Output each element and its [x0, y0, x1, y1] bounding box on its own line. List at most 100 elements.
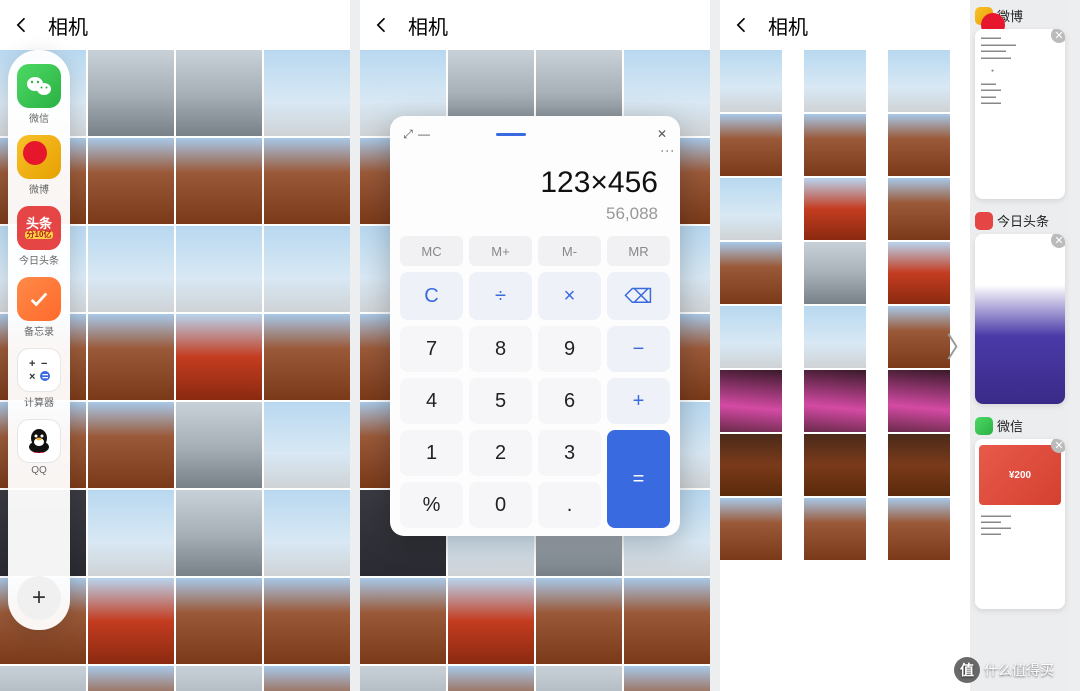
photo-thumb[interactable]	[264, 226, 350, 312]
dock-add-button[interactable]: +	[17, 576, 61, 620]
recent-item-wechat[interactable]: 微信 ✕ ¥200 ▬▬▬▬▬▬▬▬▬▬▬▬▬▬▬▬▬▬▬▬	[975, 416, 1065, 609]
photo-thumb[interactable]	[360, 666, 446, 691]
photo-thumb[interactable]	[888, 306, 950, 368]
photo-thumb[interactable]	[804, 434, 866, 496]
dock-item-wechat[interactable]: 微信	[12, 60, 66, 129]
photo-thumb[interactable]	[804, 306, 866, 368]
calc-key-4[interactable]: 4	[400, 378, 463, 424]
close-icon[interactable]: ✕	[1051, 439, 1065, 453]
photo-thumb[interactable]	[888, 434, 950, 496]
photo-thumb[interactable]	[448, 578, 534, 664]
calc-key-delete[interactable]: ⌫	[607, 272, 670, 320]
calculator-window[interactable]: ⤢ — ✕ ⋮ 123×456 56,088 MC M+ M- MR C ÷ ×…	[390, 116, 680, 536]
photo-thumb[interactable]	[804, 178, 866, 240]
calc-key-divide[interactable]: ÷	[469, 272, 532, 320]
close-icon[interactable]: ✕	[1051, 29, 1065, 43]
calc-key-equals[interactable]: =	[607, 430, 670, 528]
photo-thumb[interactable]	[264, 402, 350, 488]
photo-thumb[interactable]	[720, 242, 782, 304]
photo-thumb[interactable]	[264, 666, 350, 691]
calc-key-8[interactable]: 8	[469, 326, 532, 372]
calc-key-9[interactable]: 9	[538, 326, 601, 372]
calc-titlebar[interactable]: ⤢ — ✕	[400, 124, 670, 144]
photo-thumb[interactable]	[264, 490, 350, 576]
photo-thumb[interactable]	[720, 178, 782, 240]
photo-thumb[interactable]	[88, 226, 174, 312]
photo-thumb[interactable]	[88, 314, 174, 400]
calc-key-dot[interactable]: .	[538, 482, 601, 528]
photo-thumb[interactable]	[264, 50, 350, 136]
photo-thumb[interactable]	[888, 498, 950, 560]
close-icon[interactable]: ✕	[654, 126, 670, 142]
calc-key-clear[interactable]: C	[400, 272, 463, 320]
calc-key-percent[interactable]: %	[400, 482, 463, 528]
calc-key-2[interactable]: 2	[469, 430, 532, 476]
photo-thumb[interactable]	[176, 138, 262, 224]
photo-thumb[interactable]	[88, 50, 174, 136]
photo-thumb[interactable]	[176, 314, 262, 400]
calc-key-5[interactable]: 5	[469, 378, 532, 424]
photo-thumb[interactable]	[536, 578, 622, 664]
photo-thumb[interactable]	[264, 578, 350, 664]
photo-thumb[interactable]	[624, 666, 710, 691]
photo-thumb[interactable]	[536, 666, 622, 691]
calc-key-3[interactable]: 3	[538, 430, 601, 476]
more-icon[interactable]: ⋮	[666, 144, 670, 162]
dock-item-memo[interactable]: 备忘录	[12, 273, 66, 342]
photo-thumb[interactable]	[804, 370, 866, 432]
dock-item-toutiao[interactable]: 头条 分10亿 今日头条	[12, 202, 66, 271]
photo-thumb[interactable]	[88, 402, 174, 488]
minimize-icon[interactable]: —	[416, 126, 432, 142]
photo-thumb[interactable]	[176, 490, 262, 576]
photo-thumb[interactable]	[88, 490, 174, 576]
photo-thumb[interactable]	[176, 578, 262, 664]
photo-thumb[interactable]	[88, 138, 174, 224]
photo-thumb[interactable]	[720, 370, 782, 432]
calc-key-multiply[interactable]: ×	[538, 272, 601, 320]
photo-thumb[interactable]	[804, 50, 866, 112]
photo-thumb[interactable]	[176, 402, 262, 488]
photo-thumb[interactable]	[264, 314, 350, 400]
calc-mr[interactable]: MR	[607, 236, 670, 266]
recent-preview[interactable]: ✕ ¥200 ▬▬▬▬▬▬▬▬▬▬▬▬▬▬▬▬▬▬▬▬	[975, 439, 1065, 609]
photo-thumb[interactable]	[720, 306, 782, 368]
close-icon[interactable]: ✕	[1051, 234, 1065, 248]
calc-mminus[interactable]: M-	[538, 236, 601, 266]
drag-handle[interactable]	[496, 133, 526, 136]
calc-key-0[interactable]: 0	[469, 482, 532, 528]
expand-icon[interactable]: ⤢	[400, 126, 416, 142]
calc-mplus[interactable]: M+	[469, 236, 532, 266]
photo-thumb[interactable]	[176, 666, 262, 691]
calc-key-7[interactable]: 7	[400, 326, 463, 372]
calc-mc[interactable]: MC	[400, 236, 463, 266]
calc-key-subtract[interactable]: −	[607, 326, 670, 372]
back-icon[interactable]	[12, 15, 32, 35]
photo-thumb[interactable]	[720, 498, 782, 560]
photo-thumb[interactable]	[888, 242, 950, 304]
photo-thumb[interactable]	[804, 242, 866, 304]
calc-key-1[interactable]: 1	[400, 430, 463, 476]
photo-thumb[interactable]	[264, 138, 350, 224]
dock-item-calculator[interactable]: +−×= 计算器	[12, 344, 66, 413]
photo-thumb[interactable]	[360, 578, 446, 664]
recent-preview[interactable]: ✕ ▬▬▬▬▬▬▬▬▬▬▬▬▬▬▬▬▬▬▬▬▬▬ ●▬▬▬▬▬▬▬▬▬▬▬▬▬▬	[975, 29, 1065, 199]
photo-thumb[interactable]	[804, 114, 866, 176]
recent-item-toutiao[interactable]: 今日头条 ✕	[975, 211, 1065, 404]
photo-thumb[interactable]	[804, 498, 866, 560]
back-icon[interactable]	[372, 15, 392, 35]
photo-thumb[interactable]	[888, 178, 950, 240]
calc-key-add[interactable]: +	[607, 378, 670, 424]
recent-item-weibo[interactable]: 微博 ✕ ▬▬▬▬▬▬▬▬▬▬▬▬▬▬▬▬▬▬▬▬▬▬ ●▬▬▬▬▬▬▬▬▬▬▬…	[975, 6, 1065, 199]
photo-thumb[interactable]	[176, 50, 262, 136]
photo-thumb[interactable]	[888, 50, 950, 112]
dock-item-qq[interactable]: QQ	[12, 415, 66, 480]
photo-thumb[interactable]	[88, 666, 174, 691]
photo-thumb[interactable]	[0, 666, 86, 691]
photo-thumb[interactable]	[88, 578, 174, 664]
photo-thumb[interactable]	[720, 114, 782, 176]
photo-thumb[interactable]	[176, 226, 262, 312]
dock-item-weibo[interactable]: 微博	[12, 131, 66, 200]
back-icon[interactable]	[732, 15, 752, 35]
photo-thumb[interactable]	[624, 578, 710, 664]
calc-key-6[interactable]: 6	[538, 378, 601, 424]
